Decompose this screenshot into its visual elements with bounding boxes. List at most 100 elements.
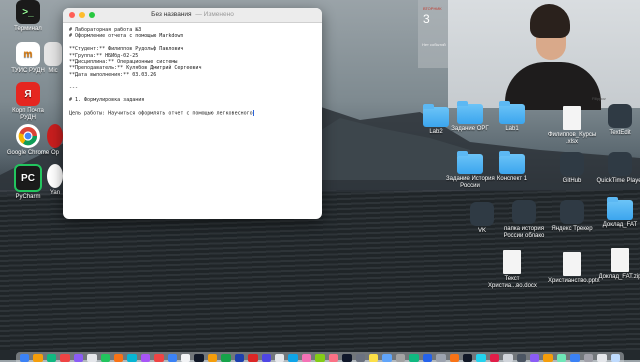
- widget-date: 3: [423, 12, 430, 26]
- dock-app-icon[interactable]: [530, 354, 540, 362]
- mic-icon: [44, 42, 62, 66]
- dock-app-icon[interactable]: [113, 354, 124, 362]
- desktop-icon-item[interactable]: Текст Христиа...во.docx: [488, 250, 537, 290]
- dock-app-icon[interactable]: [140, 354, 151, 362]
- doc-icon: [563, 252, 581, 276]
- desktop-icon-item[interactable]: Филиппов_Курсы .xlsx: [548, 106, 596, 146]
- app-icon: [470, 202, 494, 226]
- dock-app-icon[interactable]: [328, 354, 339, 362]
- dock-app-icon[interactable]: [462, 354, 473, 362]
- desktop-icon-label: Доклад_FAT: [602, 222, 638, 228]
- terminal-icon: >_: [16, 0, 40, 24]
- editor-line-text: Цель работы: Научиться оформлять отчет с…: [69, 110, 253, 117]
- widget-events: Нет событий: [422, 42, 446, 47]
- desktop-icon-item[interactable]: QuickTime Player: [596, 152, 640, 185]
- desktop-icon-label: TextEdit: [609, 130, 631, 136]
- dock[interactable]: [16, 352, 624, 362]
- app-icon: [608, 152, 632, 176]
- dock-app-icon[interactable]: [288, 354, 298, 362]
- doc-icon: [563, 106, 581, 130]
- dock-app-icon[interactable]: [355, 354, 365, 362]
- desktop-icon-item[interactable]: Задание История России: [446, 150, 495, 190]
- text-cursor: [252, 110, 254, 117]
- textedit-window[interactable]: Без названия — Изменено # Лабораторная р…: [63, 8, 322, 219]
- dock-app-icon[interactable]: [73, 354, 84, 362]
- desktop-icon-corp-mail[interactable]: Я Корп Почта РУДН: [4, 82, 52, 122]
- dock-app-icon[interactable]: [342, 354, 352, 362]
- dock-app-icon[interactable]: [556, 354, 567, 362]
- yandex-icon: [47, 164, 63, 188]
- dock-app-icon[interactable]: [207, 354, 218, 362]
- dock-app-icon[interactable]: [154, 354, 164, 362]
- dock-app-icon[interactable]: [516, 354, 527, 362]
- desktop-icon-item[interactable]: Яндекс Трекер: [548, 200, 596, 233]
- doc-icon: [611, 248, 629, 272]
- text-editor-area[interactable]: # Лабораторная работа №3 # Оформление от…: [63, 23, 322, 120]
- window-titlebar[interactable]: Без названия — Изменено: [63, 8, 322, 23]
- dock-app-icon[interactable]: [167, 354, 178, 362]
- folder-icon: [607, 197, 633, 220]
- dock-app-icon[interactable]: [368, 354, 379, 362]
- desktop-icon-label: QuickTime Player: [596, 178, 640, 184]
- desktop-icon-label: Конспект 1: [496, 176, 528, 182]
- desktop-icon-item[interactable]: GitHub: [548, 152, 596, 185]
- dock-app-icon[interactable]: [570, 354, 580, 362]
- dock-app-icon[interactable]: [261, 354, 272, 362]
- tuis-icon: m: [16, 42, 40, 66]
- desktop-icon-label: Корп Почта РУДН: [12, 108, 44, 121]
- dock-app-icon[interactable]: [46, 354, 57, 362]
- dock-app-icon[interactable]: [382, 354, 392, 362]
- desktop-icon-item[interactable]: Христианство.pptx: [548, 252, 600, 285]
- dock-app-icon[interactable]: [409, 354, 419, 362]
- dock-app-icon[interactable]: [60, 354, 70, 362]
- desktop-icon-label: Доклад_FAT.zip: [598, 274, 640, 280]
- dock-app-icon[interactable]: [543, 354, 553, 362]
- dock-app-icon[interactable]: [597, 354, 607, 362]
- dock-app-icon[interactable]: [610, 354, 620, 362]
- dock-app-icon[interactable]: [301, 354, 312, 362]
- dock-app-icon[interactable]: [181, 354, 191, 362]
- dock-app-icon[interactable]: [194, 354, 204, 362]
- desktop-icon-item[interactable]: папка история России облако: [500, 200, 548, 240]
- desktop-icon-terminal[interactable]: >_ Терминал: [4, 0, 52, 33]
- dock-app-icon[interactable]: [395, 354, 406, 362]
- desktop-icon-label: Задание ОРГ: [451, 126, 489, 132]
- dock-app-icon[interactable]: [127, 354, 137, 362]
- dock-app-icon[interactable]: [33, 354, 43, 362]
- dock-app-icon[interactable]: [422, 354, 433, 362]
- desktop-icon-item[interactable]: Доклад_FAT.zip: [596, 248, 640, 281]
- dock-app-icon[interactable]: [503, 354, 513, 362]
- desktop-icon-label: Текст Христиа...во.docx: [488, 276, 537, 289]
- dock-app-icon[interactable]: [436, 354, 446, 362]
- dock-app-icon[interactable]: [100, 354, 110, 362]
- dock-app-icon[interactable]: [583, 354, 594, 362]
- folder-icon: [457, 151, 483, 174]
- desktop-icon-label: Терминал: [14, 26, 42, 32]
- desktop-icon-item[interactable]: Конспект 1: [488, 150, 536, 183]
- dock-app-icon[interactable]: [275, 354, 285, 362]
- desktop-icon-item[interactable]: Lab1: [488, 100, 536, 133]
- desktop-icon-item[interactable]: Доклад_FAT: [596, 196, 640, 229]
- dock-app-icon[interactable]: [489, 354, 500, 362]
- desktop-icon-item[interactable]: TextEdit: [596, 104, 640, 137]
- dock-app-icon[interactable]: [87, 354, 97, 362]
- desktop-icon-item[interactable]: VK: [458, 202, 506, 235]
- chrome-icon: [16, 124, 40, 148]
- desktop-icon-label: Op: [50, 150, 59, 156]
- desktop-icon-label: Яндекс Трекер: [551, 226, 593, 232]
- dock-app-icon[interactable]: [234, 354, 245, 362]
- dock-app-icon[interactable]: [315, 354, 325, 362]
- dock-app-icon[interactable]: [20, 354, 30, 362]
- desktop-icon-label: Филиппов_Курсы .xlsx: [548, 132, 597, 145]
- dock-app-icon[interactable]: [221, 354, 231, 362]
- desktop-icon-label: Google Chrome: [6, 150, 50, 156]
- desktop-icon-label: Lab1: [505, 126, 519, 132]
- calendar-widget[interactable]: ВТОРНИК 3 Нет событий: [418, 0, 448, 68]
- desktop-icon-label: Mic: [48, 68, 58, 74]
- desktop-icon-item[interactable]: Задание ОРГ: [446, 100, 494, 133]
- dock-app-icon[interactable]: [248, 354, 258, 362]
- dock-app-icon[interactable]: [476, 354, 486, 362]
- desktop-icon-label: Задание История России: [446, 176, 495, 189]
- opera-icon: [47, 124, 63, 148]
- dock-app-icon[interactable]: [449, 354, 459, 362]
